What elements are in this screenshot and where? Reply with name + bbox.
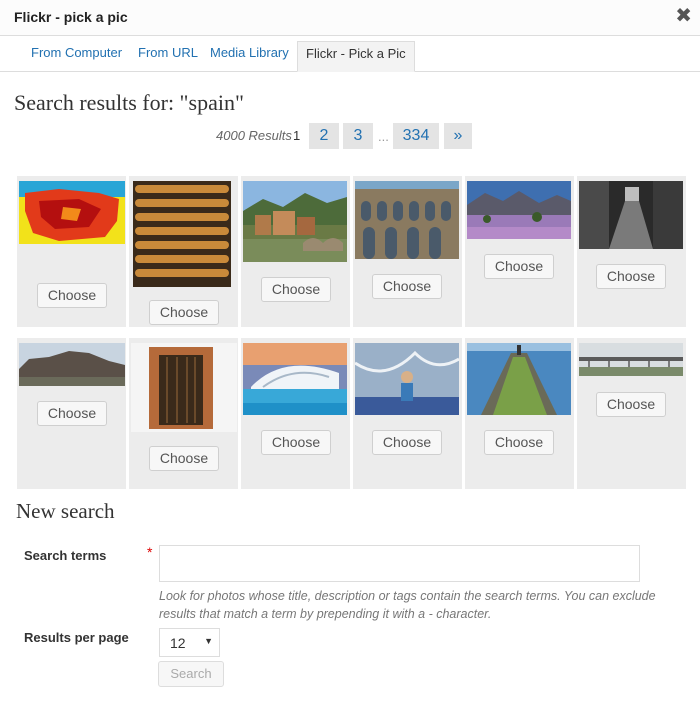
- choose-button[interactable]: Choose: [37, 401, 107, 426]
- current-page: 1: [293, 128, 301, 143]
- page-link-3[interactable]: 3: [343, 123, 373, 149]
- page-link-2[interactable]: 2: [309, 123, 339, 149]
- results-per-page-value: 12: [170, 635, 186, 651]
- photo-thumbnail[interactable]: [133, 181, 231, 287]
- results-per-page-select[interactable]: 12 ▼: [159, 628, 220, 657]
- photo-cell: Choose: [577, 338, 686, 489]
- dropdown-arrow-icon: ▼: [204, 636, 213, 646]
- results-title: Search results for: "spain": [14, 90, 244, 115]
- photo-cell: Choose: [577, 176, 686, 327]
- photo-thumbnail[interactable]: [131, 343, 237, 432]
- photo-cell: Choose: [353, 176, 462, 327]
- results-count: 4000 Results: [216, 128, 292, 143]
- tab-from-computer[interactable]: From Computer: [31, 45, 122, 60]
- tab-media-library[interactable]: Media Library: [210, 45, 289, 60]
- search-terms-label: Search terms: [24, 548, 107, 563]
- modal-titlebar: Flickr - pick a pic ✖: [0, 0, 700, 36]
- required-marker: *: [147, 544, 153, 560]
- photo-cell: Choose: [241, 176, 350, 327]
- choose-button[interactable]: Choose: [149, 300, 219, 325]
- photo-thumbnail[interactable]: [467, 343, 571, 415]
- photo-thumbnail[interactable]: [19, 343, 125, 386]
- tab-from-url[interactable]: From URL: [138, 45, 198, 60]
- photo-thumbnail[interactable]: [355, 181, 459, 259]
- photo-cell: Choose: [465, 176, 574, 327]
- choose-button[interactable]: Choose: [37, 283, 107, 308]
- source-tabs: From Computer From URL Media Library Fli…: [0, 36, 700, 72]
- photo-cell: Choose: [17, 338, 126, 489]
- photo-cell: Choose: [465, 338, 574, 489]
- search-button[interactable]: Search: [158, 661, 224, 687]
- next-page-link[interactable]: »: [444, 123, 472, 149]
- choose-button[interactable]: Choose: [149, 446, 219, 471]
- close-icon[interactable]: ✖: [675, 4, 692, 28]
- photo-cell: Choose: [129, 338, 238, 489]
- results-per-page-label: Results per page: [24, 630, 129, 645]
- choose-button[interactable]: Choose: [372, 430, 442, 455]
- photo-cell: Choose: [17, 176, 126, 327]
- pagination-ellipsis: ...: [378, 129, 389, 144]
- photo-thumbnail[interactable]: [243, 343, 347, 415]
- new-search-heading: New search: [16, 499, 115, 523]
- photo-thumbnail[interactable]: [243, 181, 347, 262]
- photo-thumbnail[interactable]: [19, 181, 125, 244]
- search-help-text: Look for photos whose title, description…: [159, 589, 656, 621]
- choose-button[interactable]: Choose: [372, 274, 442, 299]
- choose-button[interactable]: Choose: [261, 277, 331, 302]
- photo-thumbnail[interactable]: [579, 343, 683, 376]
- choose-button[interactable]: Choose: [484, 430, 554, 455]
- photo-cell: Choose: [129, 176, 238, 327]
- page-link-334[interactable]: 334: [393, 123, 439, 149]
- choose-button[interactable]: Choose: [484, 254, 554, 279]
- choose-button[interactable]: Choose: [261, 430, 331, 455]
- search-terms-input[interactable]: [159, 545, 640, 582]
- modal-title: Flickr - pick a pic: [14, 9, 128, 25]
- photo-cell: Choose: [353, 338, 462, 489]
- photo-thumbnail[interactable]: [467, 181, 571, 239]
- choose-button[interactable]: Choose: [596, 392, 666, 417]
- photo-thumbnail[interactable]: [355, 343, 459, 415]
- choose-button[interactable]: Choose: [596, 264, 666, 289]
- photo-cell: Choose: [241, 338, 350, 489]
- photo-thumbnail[interactable]: [579, 181, 683, 249]
- tab-flickr-pick-a-pic[interactable]: Flickr - Pick a Pic: [297, 41, 415, 72]
